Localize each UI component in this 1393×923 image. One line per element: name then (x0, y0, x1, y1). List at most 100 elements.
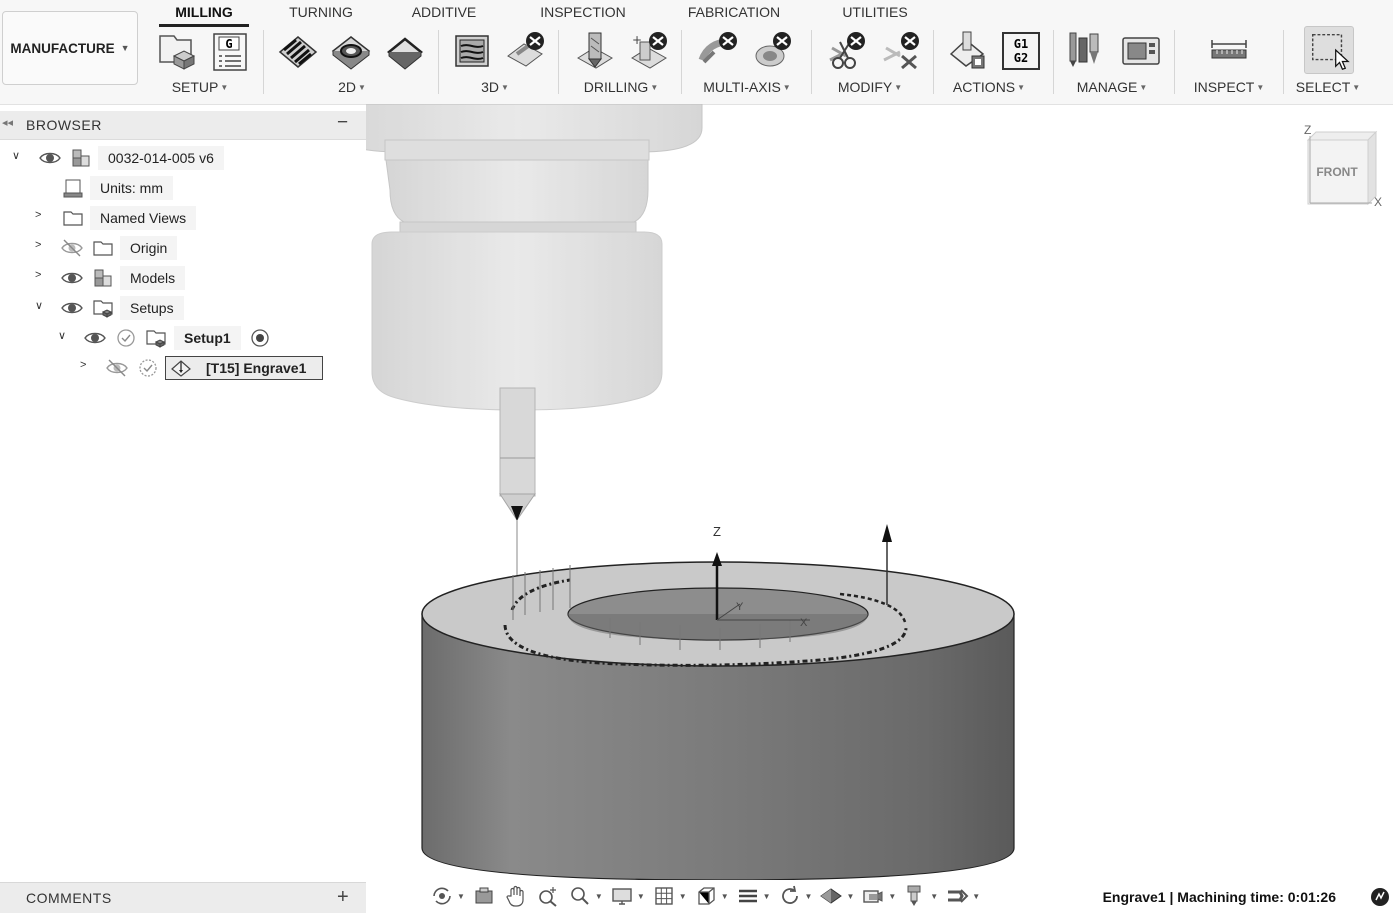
hole-recognition-icon[interactable]: + (628, 30, 670, 72)
window-select-button[interactable] (1304, 26, 1354, 74)
tree-label[interactable]: Named Views (90, 206, 197, 230)
chevron-down-icon[interactable]: ∨ (58, 329, 66, 342)
multi-axis-contour-icon[interactable] (698, 30, 740, 72)
caret-down-icon[interactable]: ▼ (846, 892, 854, 901)
zoom-icon[interactable] (536, 883, 560, 909)
eye-icon[interactable] (60, 297, 84, 319)
edit-toolpath-scissors-icon[interactable] (826, 30, 868, 72)
eye-icon[interactable] (83, 327, 107, 349)
tree-row-origin[interactable]: > Origin (0, 236, 366, 262)
2d-pocket-icon[interactable] (330, 30, 372, 72)
delete-toolpath-icon[interactable] (880, 30, 922, 72)
viewports-icon[interactable] (694, 883, 718, 909)
3d-viewport[interactable]: Z Y X FRONT Z X (333, 103, 1393, 881)
tab-inspection[interactable]: INSPECTION (530, 4, 636, 24)
measure-icon[interactable] (1208, 30, 1250, 72)
display-settings-icon[interactable] (610, 883, 634, 909)
workspace-switcher[interactable]: MANUFACTURE ▼ (2, 11, 138, 85)
tree-label[interactable]: Models (120, 266, 186, 290)
tab-utilities[interactable]: UTILITIES (830, 4, 920, 24)
chevron-right-icon[interactable]: > (35, 209, 41, 221)
3d-adaptive-icon[interactable] (452, 30, 494, 72)
chevron-right-icon[interactable]: > (35, 239, 41, 251)
section-layers-icon[interactable] (736, 883, 760, 909)
add-comment-button[interactable]: + (337, 886, 349, 909)
units-icon (62, 177, 84, 199)
tree-label[interactable]: 0032-014-005 v6 (98, 146, 224, 170)
chevron-down-icon[interactable]: ∨ (12, 149, 20, 162)
new-setup-icon[interactable] (156, 30, 198, 72)
minimize-browser-button[interactable]: − (337, 112, 348, 134)
post-process-g1g2-icon[interactable]: G1 G2 (1000, 30, 1042, 72)
caret-down-icon[interactable]: ▼ (972, 892, 980, 901)
tab-turning[interactable]: TURNING (276, 4, 366, 24)
tree-row-named-views[interactable]: > Named Views (0, 206, 366, 232)
multi-axis-panel-menu[interactable]: MULTI-AXIS ▼ (694, 79, 800, 95)
caret-down-icon[interactable]: ▼ (637, 892, 645, 901)
refresh-icon[interactable] (778, 883, 802, 909)
zoom-window-icon[interactable] (568, 883, 592, 909)
machine-library-icon[interactable] (1120, 30, 1162, 72)
pan-hand-icon[interactable] (504, 883, 528, 909)
caret-down-icon[interactable]: ▼ (930, 892, 938, 901)
look-at-icon[interactable] (472, 883, 496, 909)
svg-text:+: + (632, 33, 642, 47)
caret-down-icon[interactable]: ▼ (679, 892, 687, 901)
tab-fabrication[interactable]: FABRICATION (678, 4, 790, 24)
caret-down-icon[interactable]: ▼ (888, 892, 896, 901)
tree-label[interactable]: Setups (120, 296, 184, 320)
caret-down-icon[interactable]: ▼ (805, 892, 813, 901)
caret-down-icon: ▼ (1256, 83, 1265, 92)
drilling-panel-menu[interactable]: DRILLING ▼ (576, 79, 666, 95)
caret-down-icon[interactable]: ▼ (721, 892, 729, 901)
toolpath-display-icon[interactable] (945, 883, 969, 909)
swarf-icon[interactable] (752, 30, 794, 72)
chevron-right-icon[interactable]: > (80, 359, 86, 371)
camera-icon[interactable] (861, 883, 885, 909)
modify-panel-menu[interactable]: MODIFY ▼ (830, 79, 910, 95)
workspace-label: MANUFACTURE (10, 40, 115, 56)
nc-program-icon[interactable]: G (210, 30, 252, 72)
notification-icon[interactable] (1370, 887, 1390, 907)
caret-down-icon[interactable]: ▼ (763, 892, 771, 901)
orbit-origin-icon[interactable] (430, 883, 454, 909)
inspect-panel-menu[interactable]: INSPECT ▼ (1186, 79, 1272, 95)
eye-icon[interactable] (38, 147, 62, 169)
setup-panel-menu[interactable]: SETUP ▼ (150, 79, 250, 95)
tool-library-icon[interactable] (1067, 30, 1109, 72)
tab-additive[interactable]: ADDITIVE (399, 4, 489, 24)
tree-row-setup1[interactable]: ∨ Setup1 (0, 326, 366, 352)
eye-hidden-icon[interactable] (105, 357, 129, 379)
drill-icon[interactable] (574, 30, 616, 72)
tree-label[interactable]: Units: mm (90, 176, 173, 200)
tree-row-document[interactable]: ∨ 0032-014-005 v6 (0, 146, 366, 172)
caret-down-icon[interactable]: ▼ (595, 892, 603, 901)
tree-row-engrave1[interactable]: > [T15] Engrave1 (0, 356, 366, 382)
manage-panel-menu[interactable]: MANAGE ▼ (1064, 79, 1160, 95)
2d-adaptive-icon[interactable] (277, 30, 319, 72)
svg-text:G: G (225, 37, 232, 51)
tree-label[interactable]: Origin (120, 236, 178, 260)
actions-panel-menu[interactable]: ACTIONS ▼ (944, 79, 1034, 95)
simulate-icon[interactable] (946, 30, 988, 72)
active-setup-radio-icon[interactable] (249, 327, 271, 349)
tab-milling[interactable]: MILLING (159, 4, 249, 24)
caret-down-icon[interactable]: ▼ (457, 892, 465, 901)
tool-display-icon[interactable] (903, 883, 927, 909)
stock-display-icon[interactable] (819, 883, 843, 909)
3d-pocket-icon[interactable] (505, 30, 547, 72)
chevron-down-icon[interactable]: ∨ (35, 299, 43, 312)
2d-panel-menu[interactable]: 2D ▼ (322, 79, 382, 95)
select-panel-menu[interactable]: SELECT ▼ (1288, 79, 1368, 95)
grid-icon[interactable] (652, 883, 676, 909)
tree-label[interactable]: Setup1 (174, 326, 241, 350)
eye-icon[interactable] (60, 267, 84, 289)
tree-row-setups[interactable]: ∨ Setups (0, 296, 366, 322)
eye-hidden-icon[interactable] (60, 237, 84, 259)
collapse-panel-icon[interactable]: ◂◂ (2, 116, 13, 129)
tree-row-models[interactable]: > Models (0, 266, 366, 292)
2d-contour-icon[interactable] (384, 30, 426, 72)
tree-row-units[interactable]: Units: mm (0, 176, 366, 202)
chevron-right-icon[interactable]: > (35, 269, 41, 281)
3d-panel-menu[interactable]: 3D ▼ (465, 79, 525, 95)
